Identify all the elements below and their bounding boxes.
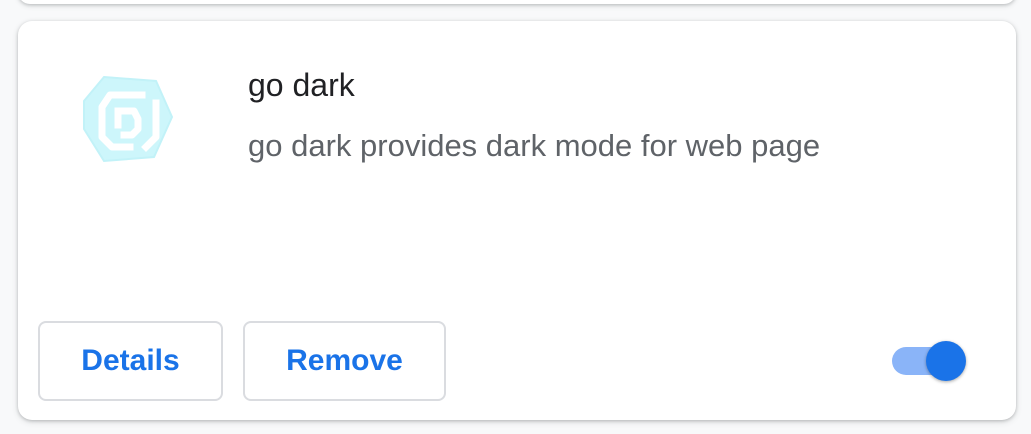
extension-card: go dark go dark provides dark mode for w…: [18, 21, 1016, 420]
go-dark-logo-icon: [82, 73, 174, 165]
details-button[interactable]: Details: [38, 321, 223, 401]
remove-button[interactable]: Remove: [243, 321, 446, 401]
toggle-knob: [926, 341, 966, 381]
extension-enable-toggle[interactable]: [890, 341, 970, 381]
previous-extension-card: [18, 0, 1016, 4]
extension-description: go dark provides dark mode for web page: [248, 128, 821, 163]
extension-name: go dark: [248, 67, 355, 103]
